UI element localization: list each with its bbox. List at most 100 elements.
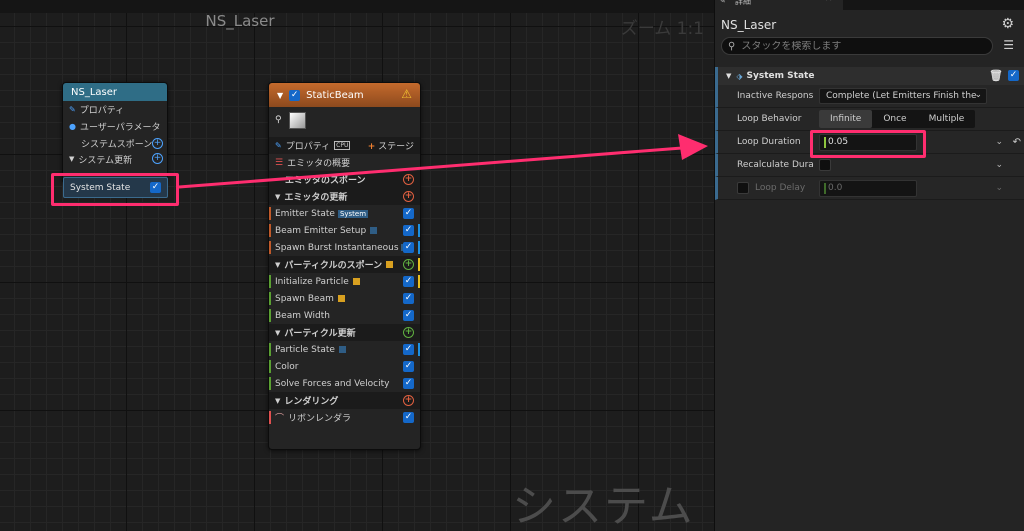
loop-delay-input[interactable]: 0.0 <box>819 179 917 197</box>
emitter-properties-row[interactable]: ✎ プロパティ CPU + ステージ <box>269 137 420 154</box>
collapse-triangle-icon[interactable]: ▼ <box>275 397 280 405</box>
particle-spawn-section[interactable]: ▼ パーティクルのスポーン + <box>269 256 420 273</box>
chevron-down-icon: ⌄ <box>974 90 982 100</box>
loop-behavior-once[interactable]: Once <box>872 110 917 128</box>
dynamic-input-icon <box>352 278 360 285</box>
module-icon: ⬗ <box>736 71 743 81</box>
emitter-spawn-section[interactable]: エミッタのスポーン + <box>269 171 420 188</box>
row-loop-delay: Loop Delay 0.0 ⌄ <box>715 177 1024 200</box>
search-icon: ⚲ <box>728 40 736 52</box>
list-icon: ☰ <box>275 157 284 168</box>
module-enabled-checkbox[interactable]: ✓ <box>403 225 414 236</box>
dynamic-input-icon <box>338 346 346 353</box>
module-enabled-checkbox[interactable]: ✓ <box>403 310 414 321</box>
loop-behavior-infinite[interactable]: Infinite <box>819 110 873 128</box>
pencil-icon: ✎ <box>69 105 76 114</box>
dynamic-input-icon <box>337 295 345 302</box>
label-loop-duration: Loop Duration <box>737 137 801 147</box>
system-node-properties[interactable]: ✎ プロパティ <box>63 101 167 118</box>
collapse-triangle-icon[interactable]: ▼ <box>275 193 280 201</box>
row-loop-behavior: Loop Behavior Infinite Once Multiple <box>715 108 1024 131</box>
module-enabled-checkbox[interactable]: ✓ <box>403 344 414 355</box>
add-module-icon[interactable]: + <box>403 259 414 270</box>
details-tab[interactable]: ✎ 詳細 ✕ <box>715 0 843 10</box>
module-beam-width[interactable]: Beam Width ✓ <box>269 307 420 324</box>
details-tab-icon: ✎ <box>719 0 726 5</box>
label-loop-delay-wrap: Loop Delay <box>718 182 815 194</box>
add-stage-button[interactable]: + ステージ <box>368 139 414 152</box>
system-node-header[interactable]: NS_Laser <box>63 83 167 101</box>
emitter-thumbnail-row: ⚲ <box>269 107 420 137</box>
collapse-triangle-icon[interactable]: ▼ <box>726 72 731 80</box>
loop-delay-enable-checkbox[interactable] <box>737 182 749 194</box>
system-node-title: NS_Laser <box>71 86 118 98</box>
emitter-node-header[interactable]: ▼ ✓ StaticBeam ⚠ <box>269 83 420 107</box>
row-inactive-response: Inactive Respons Complete (Let Emitters … <box>715 85 1024 108</box>
module-enabled-checkbox[interactable]: ✓ <box>403 242 414 253</box>
details-tab-bar: ✎ 詳細 ✕ <box>715 0 1024 10</box>
section-enabled-checkbox[interactable]: ✓ <box>1008 70 1019 81</box>
reset-icon[interactable]: ↶ <box>1013 137 1021 148</box>
text-caret <box>824 182 826 194</box>
search-box[interactable]: ⚲ <box>721 37 993 55</box>
chevron-down-icon[interactable]: ⌄ <box>995 160 1003 170</box>
inactive-response-dropdown[interactable]: Complete (Let Emitters Finish the ⌄ <box>819 88 987 104</box>
loop-behavior-multiple[interactable]: Multiple <box>918 110 976 128</box>
emitter-enabled-checkbox[interactable]: ✓ <box>289 89 301 101</box>
module-solve-forces[interactable]: Solve Forces and Velocity ✓ <box>269 375 420 392</box>
add-module-icon[interactable]: + <box>403 174 414 185</box>
module-enabled-checkbox[interactable]: ✓ <box>403 412 414 423</box>
add-renderer-icon[interactable]: + <box>403 395 414 406</box>
ribbon-icon: ⌒ <box>275 414 285 424</box>
chevron-down-icon: ⌄ <box>995 183 1003 193</box>
filter-icon[interactable]: ☰ <box>1003 38 1014 52</box>
system-node-system-update[interactable]: ▼ システム更新 + <box>63 152 167 166</box>
emitter-update-section[interactable]: ▼ エミッタの更新 + <box>269 188 420 205</box>
system-node-user-params[interactable]: ● ユーザーパラメータ <box>63 118 167 135</box>
collapse-triangle-icon[interactable]: ▼ <box>275 329 280 337</box>
module-enabled-checkbox[interactable]: ✓ <box>403 208 414 219</box>
module-enabled-checkbox[interactable]: ✓ <box>403 293 414 304</box>
label-loop-behavior: Loop Behavior <box>737 114 802 124</box>
graph-title: NS_Laser <box>205 12 275 30</box>
add-module-icon[interactable]: + <box>152 153 163 164</box>
system-node-system-spawn[interactable]: システムスポーン + <box>63 135 167 152</box>
module-spawn-burst[interactable]: Spawn Burst Instantaneous ✓ <box>269 239 420 256</box>
module-emitter-state[interactable]: Emitter State System ✓ <box>269 205 420 222</box>
module-spawn-beam[interactable]: Spawn Beam ✓ <box>269 290 420 307</box>
gear-icon[interactable]: ⚙ <box>1001 16 1014 32</box>
add-module-icon[interactable]: + <box>403 327 414 338</box>
details-title: NS_Laser <box>721 18 777 32</box>
warning-icon[interactable]: ⚠ <box>401 87 412 101</box>
recalculate-duration-checkbox[interactable] <box>819 159 831 171</box>
module-enabled-checkbox[interactable]: ✓ <box>403 276 414 287</box>
node-graph[interactable]: NS_Laser ズーム 1:1 システム NS_Laser ✎ プロパティ ●… <box>0 0 714 531</box>
emitter-node[interactable]: ▼ ✓ StaticBeam ⚠ ⚲ ✎ プロパティ CPU + ステージ ☰ … <box>268 82 421 450</box>
add-module-icon[interactable]: + <box>152 138 163 149</box>
trash-icon[interactable]: 🗑 <box>989 69 1003 82</box>
search-input[interactable] <box>741 40 972 52</box>
chevron-down-icon[interactable]: ⌄ <box>995 137 1003 147</box>
module-ribbon-renderer[interactable]: ⌒ リボンレンダラ ✓ <box>269 409 420 426</box>
module-beam-emitter-setup[interactable]: Beam Emitter Setup ✓ <box>269 222 420 239</box>
module-enabled-checkbox[interactable]: ✓ <box>403 378 414 389</box>
module-particle-state[interactable]: Particle State ✓ <box>269 341 420 358</box>
module-color[interactable]: Color ✓ <box>269 358 420 375</box>
collapse-triangle-icon[interactable]: ▼ <box>277 91 283 100</box>
label-loop-delay: Loop Delay <box>755 183 806 193</box>
collapse-triangle-icon[interactable]: ▼ <box>275 261 280 269</box>
loop-behavior-segmented[interactable]: Infinite Once Multiple <box>819 110 976 128</box>
particle-update-section[interactable]: ▼ パーティクル更新 + <box>269 324 420 341</box>
render-section[interactable]: ▼ レンダリング + <box>269 392 420 409</box>
collapse-triangle-icon[interactable]: ▼ <box>69 155 74 163</box>
add-module-icon[interactable]: + <box>403 191 414 202</box>
module-enabled-checkbox[interactable]: ✓ <box>403 361 414 372</box>
highlight-system-state <box>51 173 179 206</box>
system-node[interactable]: NS_Laser ✎ プロパティ ● ユーザーパラメータ システムスポーン + … <box>62 82 168 184</box>
section-header[interactable]: ▼ ⬗ System State 🗑 ✓ <box>715 67 1024 85</box>
zoom-label: ズーム 1:1 <box>620 19 704 39</box>
highlight-loop-duration <box>810 130 926 158</box>
close-icon[interactable]: ✕ <box>825 0 833 4</box>
module-initialize-particle[interactable]: Initialize Particle ✓ <box>269 273 420 290</box>
emitter-summary-row[interactable]: ☰ エミッタの概要 <box>269 154 420 171</box>
